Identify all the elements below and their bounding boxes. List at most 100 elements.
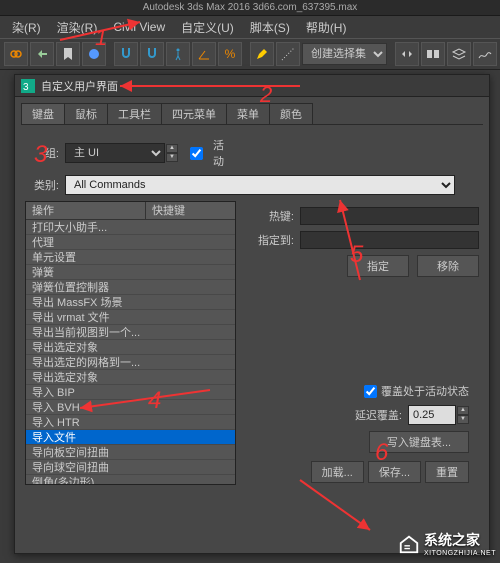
assign-button[interactable]: 指定 [347,255,409,277]
assignto-input[interactable] [300,231,479,249]
menu-item[interactable]: 自定义(U) [173,19,242,36]
list-item[interactable]: 导出选定对象 [26,370,235,385]
delay-label: 延迟覆盖: [355,407,402,423]
list-item[interactable]: 导出当前视图到一个... [26,325,235,340]
list-item[interactable]: 弹簧位置控制器 [26,280,235,295]
delay-input[interactable] [408,405,456,425]
list-item[interactable]: 导出选定对象 [26,340,235,355]
tb-magnet-icon[interactable] [114,42,138,66]
action-label: 导入 BIP [32,384,146,400]
tb-mirror-icon[interactable] [395,42,419,66]
tb-layers-icon[interactable] [447,42,471,66]
reset-button[interactable]: 重置 [425,461,469,483]
action-label: 单元设置 [32,249,146,265]
tb-magnet2-icon[interactable] [140,42,164,66]
action-label: 导入 BVH [32,399,146,415]
remove-button[interactable]: 移除 [417,255,479,277]
category-label: 类别: [25,177,59,193]
tab-color[interactable]: 颜色 [269,103,313,124]
tab-menu[interactable]: 菜单 [226,103,270,124]
tb-align-icon[interactable] [421,42,445,66]
list-item[interactable]: 导出选定的网格到一... [26,355,235,370]
write-keyboard-button[interactable]: 写入键盘表... [369,431,469,453]
action-label: 导出 MassFX 场景 [32,294,146,310]
col-action[interactable]: 操作 [26,202,146,219]
list-item[interactable]: 导出 vrmat 文件 [26,310,235,325]
tb-edit-icon[interactable] [250,42,274,66]
tb-link-icon[interactable] [4,42,28,66]
tb-face-icon[interactable] [82,42,106,66]
action-label: 导出选定对象 [32,339,146,355]
tb-dotted-icon[interactable] [276,42,300,66]
list-item[interactable]: 导入 BIP [26,385,235,400]
group-select[interactable]: 主 UI [65,143,165,163]
select-set-combo[interactable]: 创建选择集 [302,43,387,65]
list-item[interactable]: 弹簧 [26,265,235,280]
watermark-logo-icon [398,533,420,555]
list-item[interactable]: 打印大小助手... [26,220,235,235]
toolbar: % 创建选择集 [0,38,500,70]
list-item[interactable]: 单元设置 [26,250,235,265]
list-item[interactable]: 导向球空间扭曲 [26,460,235,475]
dialog-body: 组: 主 UI ▲ ▼ 活动 类别: All Commands 操作 [15,125,489,493]
action-label: 打印大小助手... [32,219,146,235]
action-label: 导出选定的网格到一... [32,354,146,370]
action-label: 弹簧 [32,264,146,280]
override-checkbox[interactable] [364,385,377,398]
list-item[interactable]: 倒角(多边形) [26,475,235,485]
tb-undo-icon[interactable] [30,42,54,66]
action-label: 导出当前视图到一个... [32,324,146,340]
load-button[interactable]: 加载... [311,461,364,483]
menu-item[interactable]: 渲染(R) [49,19,106,36]
tb-walk-icon[interactable] [166,42,190,66]
save-button[interactable]: 保存... [368,461,421,483]
list-item[interactable]: 导向板空间扭曲 [26,445,235,460]
actions-list[interactable]: 操作 快捷键 打印大小助手...代理单元设置弹簧弹簧位置控制器导出 MassFX… [25,201,236,485]
tb-angle-icon[interactable] [192,42,216,66]
action-label: 导入文件 [32,429,146,445]
right-panel: 热键: 指定到: 指定 移除 覆盖处于活动状态 [236,201,479,485]
app-title: Autodesk 3ds Max 2016 3d66.com_637395.ma… [143,2,358,13]
group-spin-up-icon[interactable]: ▲ [166,144,178,153]
active-checkbox[interactable] [190,147,203,160]
tab-keyboard[interactable]: 键盘 [21,103,65,124]
menubar: 染(R) 渲染(R) Civil View 自定义(U) 脚本(S) 帮助(H) [0,16,500,38]
delay-spin-down-icon[interactable]: ▼ [457,415,469,424]
action-label: 导出选定对象 [32,369,146,385]
action-label: 倒角(多边形) [32,474,146,485]
menu-item[interactable]: Civil View [105,20,173,34]
tb-graph-icon[interactable] [473,42,497,66]
action-label: 导向板空间扭曲 [32,444,146,460]
tb-percent-icon[interactable]: % [218,42,242,66]
category-select[interactable]: All Commands [65,175,455,195]
list-item[interactable]: 导入 HTR [26,415,235,430]
group-spin-down-icon[interactable]: ▼ [166,153,178,162]
watermark-text1: 系统之家 [424,530,496,550]
list-header: 操作 快捷键 [26,202,235,220]
menu-item[interactable]: 染(R) [4,19,49,36]
menu-item[interactable]: 帮助(H) [298,19,355,36]
list-item[interactable]: 导出 MassFX 场景 [26,295,235,310]
watermark-text2: XITONGZHIJIA.NET [424,550,496,557]
hotkey-label: 热键: [254,208,294,224]
customize-ui-dialog: 3 自定义用户界面 键盘 鼠标 工具栏 四元菜单 菜单 颜色 组: 主 UI ▲… [14,74,490,554]
hotkey-input[interactable] [300,207,479,225]
menu-item[interactable]: 脚本(S) [242,19,298,36]
list-item[interactable]: 代理 [26,235,235,250]
col-shortcut[interactable]: 快捷键 [146,202,235,219]
tab-mouse[interactable]: 鼠标 [64,103,108,124]
watermark: 系统之家 XITONGZHIJIA.NET [398,530,496,557]
svg-text:3: 3 [23,82,29,93]
list-item[interactable]: 导入 BVH [26,400,235,415]
dialog-titlebar[interactable]: 3 自定义用户界面 [15,75,489,97]
override-label: 覆盖处于活动状态 [381,383,469,399]
group-label: 组: [25,145,59,161]
delay-spin-up-icon[interactable]: ▲ [457,406,469,415]
app-icon: 3 [21,79,35,93]
action-label: 弹簧位置控制器 [32,279,146,295]
assignto-label: 指定到: [254,232,294,248]
tb-bookmark-icon[interactable] [56,42,80,66]
tab-quadmenu[interactable]: 四元菜单 [161,103,227,124]
tab-toolbar[interactable]: 工具栏 [107,103,162,124]
list-item[interactable]: 导入文件 [26,430,235,445]
